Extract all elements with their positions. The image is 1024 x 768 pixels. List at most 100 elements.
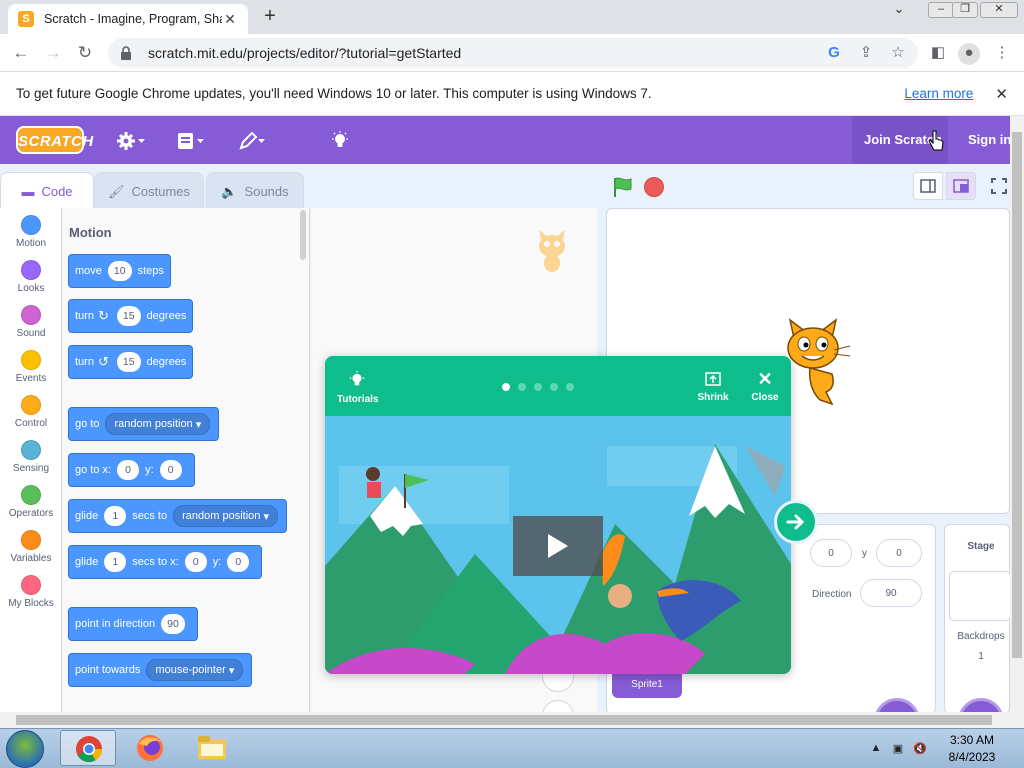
clock-time: 3:30 AM <box>949 733 995 747</box>
next-step-button[interactable] <box>774 500 818 544</box>
minimize-button[interactable]: – <box>928 2 954 18</box>
block-dropdown[interactable]: mouse-pointer ▾ <box>146 659 244 681</box>
tutorial-video[interactable] <box>325 416 791 674</box>
block-move-steps[interactable]: move 10 steps <box>68 254 171 288</box>
close-button[interactable]: ✕ Close <box>747 370 783 403</box>
block-input-x[interactable]: 0 <box>117 460 140 480</box>
category-dot <box>21 440 41 460</box>
tutorials-button[interactable]: Tutorials <box>337 370 378 405</box>
category-operators[interactable]: Operators <box>0 478 62 523</box>
tab-search-icon[interactable]: ⌄ <box>890 2 908 18</box>
share-icon[interactable]: ⇪ <box>856 43 876 63</box>
category-variables[interactable]: Variables <box>0 523 62 568</box>
page-dot[interactable] <box>534 383 542 391</box>
block-input-x[interactable]: 0 <box>184 552 207 572</box>
sprite-x-field[interactable]: 0 <box>810 539 852 567</box>
start-button[interactable] <box>6 730 44 768</box>
block-input-y[interactable]: 0 <box>159 460 182 480</box>
vertical-scrollbar-thumb[interactable] <box>1012 132 1022 658</box>
new-tab-button[interactable]: + <box>258 5 282 29</box>
menu-kebab-icon[interactable]: ⋮ <box>992 43 1012 63</box>
category-dot <box>21 350 41 370</box>
network-icon[interactable]: ▣ <box>890 742 906 758</box>
block-input[interactable]: 1 <box>104 506 127 526</box>
tutorials-bulb-icon[interactable] <box>330 131 362 151</box>
block-text: y: <box>212 556 222 568</box>
palette-category-title: Motion <box>69 225 112 240</box>
block-input[interactable]: 10 <box>107 261 132 281</box>
taskbar-clock[interactable]: 3:30 AM 8/4/2023 <box>932 732 1012 766</box>
file-explorer-icon[interactable] <box>184 730 240 766</box>
category-events[interactable]: Events <box>0 343 62 388</box>
page-dot[interactable] <box>518 383 526 391</box>
page-dot[interactable] <box>550 383 558 391</box>
tab-code-label: Code <box>41 184 73 199</box>
sprite-tile[interactable]: Sprite1 <box>612 672 682 698</box>
side-panel-icon[interactable]: ◧ <box>928 43 948 63</box>
tab-close-icon[interactable]: ✕ <box>222 11 238 28</box>
block-glide-xy[interactable]: glide 1 secs to x: 0 y: 0 <box>68 545 263 579</box>
restore-button[interactable]: ❐ <box>952 2 978 18</box>
page-dot[interactable] <box>502 383 510 391</box>
block-point-towards[interactable]: point towards mouse-pointer ▾ <box>68 653 253 687</box>
stop-icon[interactable] <box>644 177 664 197</box>
sprite-y-field[interactable]: 0 <box>876 539 922 567</box>
tab-sounds[interactable]: 🔈 Sounds <box>206 172 304 210</box>
horizontal-scrollbar-thumb[interactable] <box>16 715 992 725</box>
block-go-to[interactable]: go to random position ▾ <box>68 407 220 441</box>
block-text: degrees <box>146 356 187 368</box>
category-control[interactable]: Control <box>0 388 62 433</box>
page-dot[interactable] <box>566 383 574 391</box>
category-my-blocks[interactable]: My Blocks <box>0 568 62 613</box>
back-icon[interactable]: ← <box>8 41 34 65</box>
palette-scrollbar[interactable] <box>300 210 306 260</box>
category-looks[interactable]: Looks <box>0 253 62 298</box>
chrome-icon[interactable] <box>60 730 116 766</box>
block-glide[interactable]: glide 1 secs to random position ▾ <box>68 499 287 533</box>
window-close-button[interactable]: ✕ <box>980 2 1018 18</box>
block-input[interactable]: 1 <box>104 552 127 572</box>
scratch-logo[interactable]: SCRATCH <box>16 126 93 154</box>
category-sensing[interactable]: Sensing <box>0 433 62 478</box>
play-video-button[interactable] <box>513 516 603 576</box>
block-input[interactable]: 90 <box>161 614 185 634</box>
block-input[interactable]: 15 <box>116 352 141 372</box>
infobar-close-icon[interactable]: ✕ <box>995 85 1008 103</box>
sign-in-button[interactable]: Sign in <box>956 116 1010 164</box>
bookmark-star-icon[interactable]: ☆ <box>888 43 908 63</box>
tray-expand-icon[interactable]: ▲ <box>868 742 884 758</box>
block-dropdown[interactable]: random position ▾ <box>173 505 278 527</box>
settings-gear-icon[interactable] <box>117 131 149 151</box>
shrink-button[interactable]: Shrink <box>693 370 733 403</box>
address-bar[interactable]: scratch.mit.edu/projects/editor/?tutoria… <box>108 38 918 68</box>
edit-menu-icon[interactable] <box>238 131 270 151</box>
normal-stage-icon[interactable] <box>946 172 976 200</box>
google-icon[interactable]: G <box>824 43 844 63</box>
category-motion[interactable]: Motion <box>0 208 62 253</box>
block-input[interactable]: 15 <box>116 306 141 326</box>
browser-tab[interactable]: S Scratch - Imagine, Program, Shar ✕ <box>8 4 248 34</box>
direction-field[interactable]: 90 <box>860 579 922 607</box>
brush-icon: 🖌 <box>107 183 125 199</box>
green-flag-icon[interactable] <box>612 176 632 197</box>
file-menu-icon[interactable] <box>177 131 209 151</box>
block-turn-left[interactable]: turn ↺ 15 degrees <box>68 345 194 379</box>
tab-code[interactable]: ▬ Code <box>0 172 94 210</box>
block-go-to-xy[interactable]: go to x: 0 y: 0 <box>68 453 195 487</box>
profile-avatar-icon[interactable]: ● <box>958 43 980 65</box>
small-stage-icon[interactable] <box>913 172 943 200</box>
block-dropdown[interactable]: random position ▾ <box>105 413 211 435</box>
volume-muted-icon[interactable]: 🔇 <box>912 742 928 758</box>
update-infobar: To get future Google Chrome updates, you… <box>0 72 1024 116</box>
block-turn-right[interactable]: turn ↻ 15 degrees <box>68 299 194 333</box>
block-point-in-direction[interactable]: point in direction 90 <box>68 607 198 641</box>
stage-selector-pane[interactable]: Stage Backdrops 1 <box>944 524 1011 714</box>
category-sound[interactable]: Sound <box>0 298 62 343</box>
firefox-icon[interactable] <box>122 730 178 766</box>
reload-icon[interactable]: ↻ <box>72 41 98 65</box>
learn-more-link[interactable]: Learn more <box>904 86 973 101</box>
block-input-y[interactable]: 0 <box>227 552 250 572</box>
block-text: y: <box>145 464 154 476</box>
forward-icon[interactable]: → <box>40 41 66 65</box>
tab-costumes[interactable]: 🖌 Costumes <box>94 172 204 210</box>
